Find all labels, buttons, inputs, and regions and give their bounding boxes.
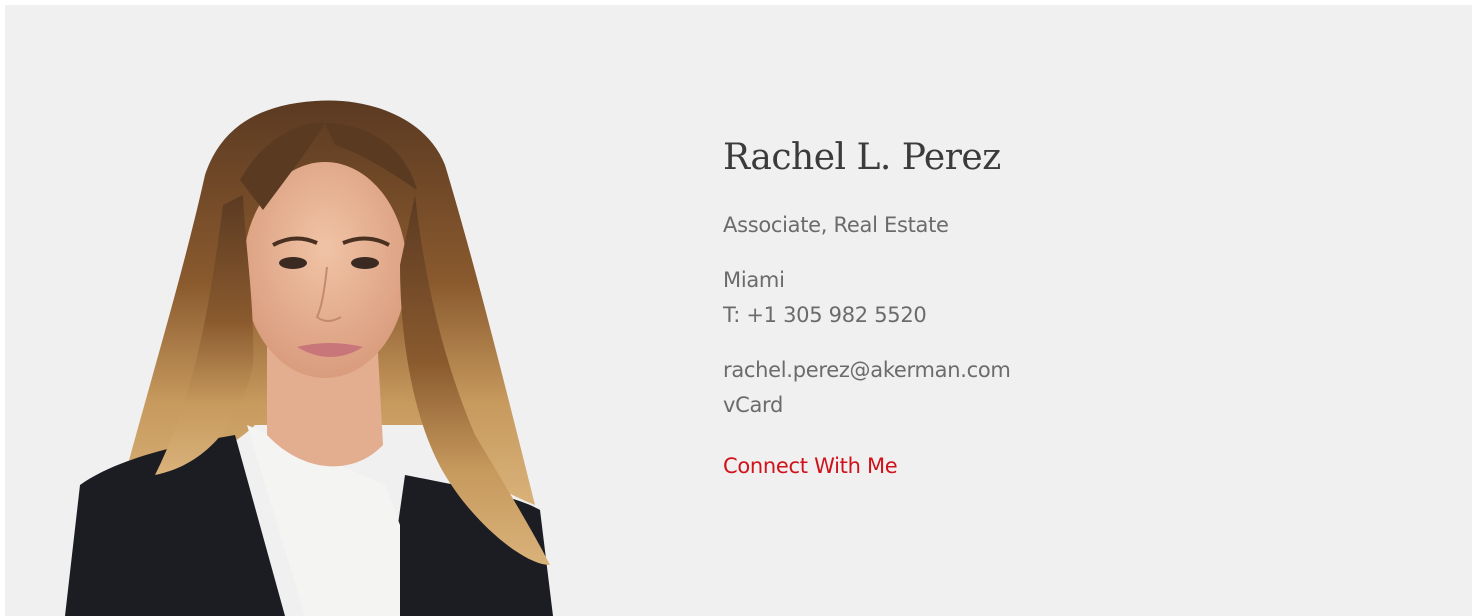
attorney-name: Rachel L. Perez — [723, 137, 1001, 178]
connect-with-me-link[interactable]: Connect With Me — [723, 454, 898, 478]
attorney-title: Associate, Real Estate — [723, 213, 949, 237]
vcard-download-link[interactable]: vCard — [723, 393, 783, 417]
email-link[interactable]: rachel.perez@akerman.com — [723, 358, 1011, 382]
attorney-profile-panel: Rachel L. Perez Associate, Real Estate M… — [5, 5, 1472, 616]
attorney-portrait-photo — [65, 100, 553, 616]
office-location-link[interactable]: Miami — [723, 268, 785, 292]
phone-number[interactable]: T: +1 305 982 5520 — [723, 303, 927, 327]
